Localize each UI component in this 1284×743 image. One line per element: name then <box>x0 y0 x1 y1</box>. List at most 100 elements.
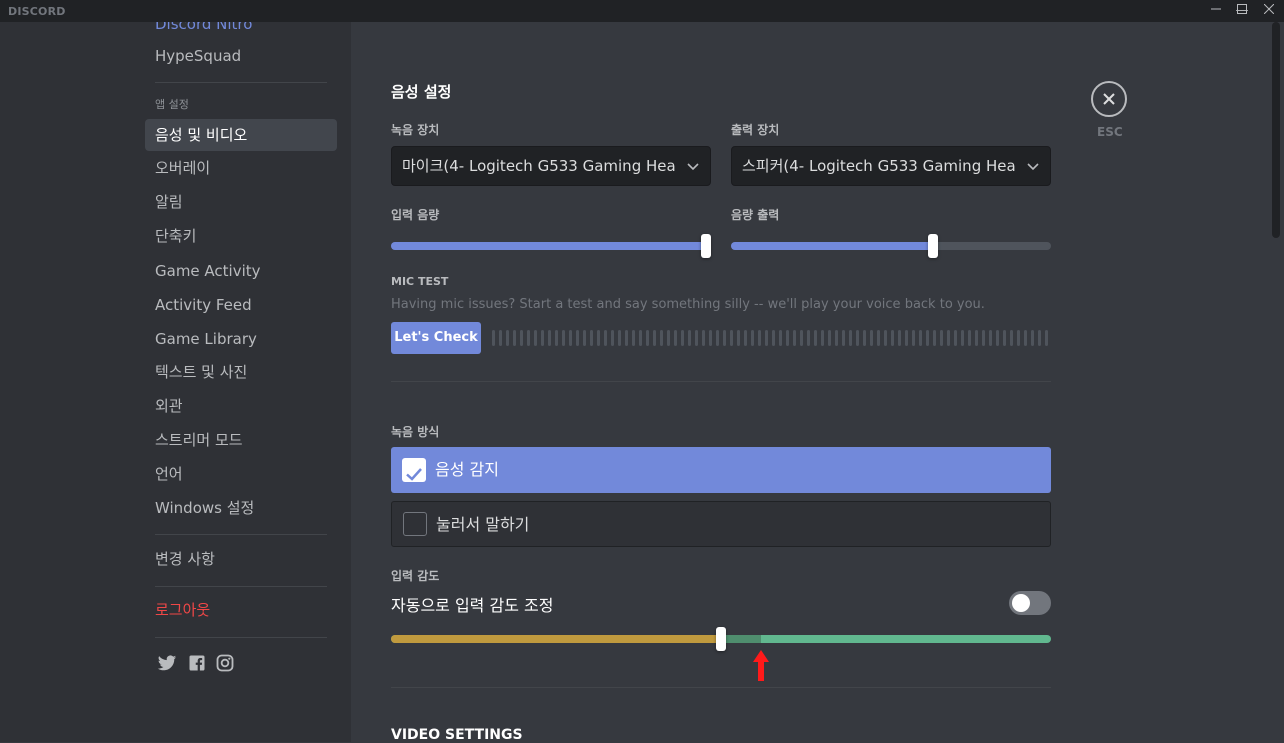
sidebar-item-game-activity[interactable]: Game Activity <box>145 255 337 287</box>
meter-bar <box>737 330 740 346</box>
meter-bar <box>1003 330 1006 346</box>
meter-bar <box>779 330 782 346</box>
twitter-icon[interactable] <box>157 653 177 673</box>
sidebar-item-overlay[interactable]: 오버레이 <box>145 152 337 184</box>
meter-bar <box>723 330 726 346</box>
sidebar-item-logout[interactable]: 로그아웃 <box>145 594 337 626</box>
sidebar-item-changelog[interactable]: 변경 사항 <box>145 543 337 575</box>
sidebar-item-activity-feed[interactable]: Activity Feed <box>145 289 337 321</box>
meter-bar <box>1045 330 1048 346</box>
meter-bar <box>506 330 509 346</box>
meter-bar <box>996 330 999 346</box>
input-volume-slider[interactable] <box>391 234 711 258</box>
discord-logo: DISCORD <box>8 5 66 18</box>
instagram-icon[interactable] <box>215 653 235 673</box>
meter-bar <box>597 330 600 346</box>
toggle-knob <box>1012 594 1030 612</box>
maximize-icon <box>1237 4 1247 14</box>
push-to-talk-option[interactable]: 눌러서 말하기 <box>391 501 1051 547</box>
sidebar-item-streamer-mode[interactable]: 스트리머 모드 <box>145 424 337 456</box>
input-volume-handle[interactable] <box>701 234 711 258</box>
input-volume-fill <box>391 242 711 250</box>
minimize-icon <box>1211 8 1221 10</box>
facebook-icon[interactable] <box>187 653 207 673</box>
meter-bar <box>548 330 551 346</box>
maximize-button[interactable] <box>1229 0 1255 22</box>
sidebar-item-hypesquad[interactable]: HypeSquad <box>145 40 337 72</box>
meter-bar <box>940 330 943 346</box>
meter-bar <box>541 330 544 346</box>
input-device-select[interactable]: 마이크(4- Logitech G533 Gaming Hea <box>391 146 711 186</box>
sidebar-item-keybinds[interactable]: 단축키 <box>145 220 337 252</box>
sidebar-item-nitro[interactable]: Discord Nitro <box>145 22 337 40</box>
sensitivity-below-threshold <box>391 635 721 643</box>
input-device-value: 마이크(4- Logitech G533 Gaming Hea <box>402 157 676 175</box>
voice-activity-label: 음성 감지 <box>435 460 499 479</box>
close-settings-button[interactable] <box>1091 81 1127 117</box>
meter-bar <box>926 330 929 346</box>
voice-video-settings: 음성 설정 녹음 장치 출력 장치 마이크(4- Logitech G533 G… <box>351 22 1284 743</box>
sidebar-item-game-library[interactable]: Game Library <box>145 323 337 355</box>
meter-bar <box>646 330 649 346</box>
meter-bar <box>1010 330 1013 346</box>
meter-bar <box>975 330 978 346</box>
sidebar-item-voice-video[interactable]: 음성 및 비디오 <box>145 119 337 151</box>
meter-bar <box>849 330 852 346</box>
meter-bar <box>618 330 621 346</box>
voice-activity-checkbox[interactable] <box>402 458 426 482</box>
sidebar-item-windows-settings[interactable]: Windows 설정 <box>145 492 337 524</box>
meter-bar <box>786 330 789 346</box>
sidebar-item-appearance[interactable]: 외관 <box>145 390 337 422</box>
output-device-select[interactable]: 스피커(4- Logitech G533 Gaming Hea <box>731 146 1051 186</box>
chevron-down-icon <box>1027 163 1039 171</box>
meter-bar <box>968 330 971 346</box>
meter-bar <box>933 330 936 346</box>
mic-test-label: MIC TEST <box>391 275 449 288</box>
output-volume-handle[interactable] <box>928 234 938 258</box>
meter-bar <box>499 330 502 346</box>
meter-bar <box>562 330 565 346</box>
input-device-label: 녹음 장치 <box>391 123 440 137</box>
video-settings-title: VIDEO SETTINGS <box>391 727 523 743</box>
meter-bar <box>625 330 628 346</box>
lets-check-button[interactable]: Let's Check <box>391 322 481 354</box>
meter-bar <box>954 330 957 346</box>
meter-bar <box>765 330 768 346</box>
section-divider <box>391 381 1051 382</box>
sensitivity-handle[interactable] <box>716 627 726 651</box>
meter-bar <box>1031 330 1034 346</box>
meter-bar <box>744 330 747 346</box>
voice-activity-option[interactable]: 음성 감지 <box>391 447 1051 493</box>
chevron-down-icon <box>687 163 699 171</box>
input-volume-label: 입력 음량 <box>391 208 440 222</box>
meter-bar <box>912 330 915 346</box>
minimize-button[interactable] <box>1203 0 1229 22</box>
output-volume-slider[interactable] <box>731 234 1051 258</box>
push-to-talk-checkbox[interactable] <box>403 512 427 536</box>
sidebar-item-text-images[interactable]: 텍스트 및 사진 <box>145 356 337 388</box>
meter-bar <box>961 330 964 346</box>
close-window-button[interactable] <box>1256 0 1282 22</box>
auto-sensitivity-toggle[interactable] <box>1009 591 1051 615</box>
meter-bar <box>877 330 880 346</box>
meter-bar <box>583 330 586 346</box>
meter-bar <box>674 330 677 346</box>
sidebar-divider <box>155 637 327 638</box>
mic-level-meter <box>492 330 1052 346</box>
section-divider <box>391 687 1051 688</box>
output-volume-label: 음량 출력 <box>731 208 780 222</box>
meter-bar <box>842 330 845 346</box>
sidebar-item-notifications[interactable]: 알림 <box>145 186 337 218</box>
sidebar-divider <box>155 534 327 535</box>
output-device-label: 출력 장치 <box>731 123 780 137</box>
meter-bar <box>814 330 817 346</box>
meter-bar <box>800 330 803 346</box>
output-device-value: 스피커(4- Logitech G533 Gaming Hea <box>742 157 1016 175</box>
sidebar-item-language[interactable]: 언어 <box>145 458 337 490</box>
content-scrollbar[interactable] <box>1272 22 1280 238</box>
annotation-arrow-icon <box>753 650 769 681</box>
sensitivity-slider[interactable] <box>391 627 1051 651</box>
meter-bar <box>884 330 887 346</box>
meter-bar <box>534 330 537 346</box>
meter-bar <box>821 330 824 346</box>
